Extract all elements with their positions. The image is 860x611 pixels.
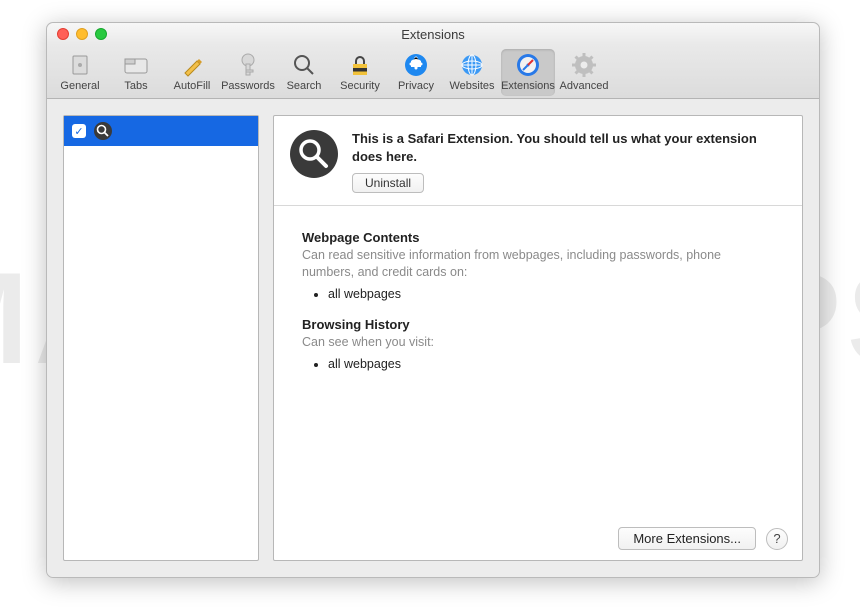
tab-label: Passwords [221,80,275,92]
tab-passwords[interactable]: Passwords [221,49,275,96]
extensions-icon [512,51,544,79]
titlebar: Extensions [47,23,819,45]
tab-label: Websites [449,80,494,92]
tab-label: General [60,80,99,92]
tab-privacy[interactable]: Privacy [389,49,443,96]
tab-tabs[interactable]: Tabs [109,49,163,96]
search-icon [288,51,320,79]
tab-security[interactable]: Security [333,49,387,96]
extension-enabled-checkbox[interactable]: ✓ [72,124,86,138]
permission-item: all webpages [328,287,774,301]
content-area: ✓ This is a Safari Extension. You should… [47,99,819,577]
autofill-icon [176,51,208,79]
window-title: Extensions [47,27,819,42]
general-icon [64,51,96,79]
websites-icon [456,51,488,79]
extension-magnifier-icon [290,130,338,178]
more-extensions-button[interactable]: More Extensions... [618,527,756,550]
permission-webpage-contents-subtitle: Can read sensitive information from webp… [302,247,774,281]
tab-label: Extensions [501,80,555,92]
tab-advanced[interactable]: Advanced [557,49,611,96]
permission-item: all webpages [328,357,774,371]
extension-detail-panel: This is a Safari Extension. You should t… [273,115,803,561]
permission-browsing-history-subtitle: Can see when you visit: [302,334,774,351]
preferences-window: Extensions General Tabs AutoFill Passw [46,22,820,578]
preferences-toolbar: General Tabs AutoFill Passwords Search [47,45,819,99]
tab-label: Search [287,80,322,92]
permission-webpage-contents-title: Webpage Contents [302,230,774,245]
tabs-icon [120,51,152,79]
extension-magnifier-icon [94,122,112,140]
tab-extensions[interactable]: Extensions [501,49,555,96]
advanced-icon [568,51,600,79]
tab-general[interactable]: General [53,49,107,96]
tab-label: Security [340,80,380,92]
extension-list-item[interactable]: ✓ [64,116,258,146]
extension-description: This is a Safari Extension. You should t… [352,130,786,165]
tab-label: AutoFill [174,80,211,92]
tab-label: Tabs [124,80,147,92]
security-icon [344,51,376,79]
permissions-section: Webpage Contents Can read sensitive info… [274,206,802,517]
permission-browsing-history-title: Browsing History [302,317,774,332]
uninstall-button[interactable]: Uninstall [352,173,424,193]
extensions-sidebar: ✓ [63,115,259,561]
tab-search[interactable]: Search [277,49,331,96]
passwords-icon [232,51,264,79]
detail-header: This is a Safari Extension. You should t… [274,116,802,206]
tab-label: Advanced [560,80,609,92]
tab-label: Privacy [398,80,434,92]
tab-autofill[interactable]: AutoFill [165,49,219,96]
description-column: This is a Safari Extension. You should t… [352,130,786,193]
help-button[interactable]: ? [766,528,788,550]
privacy-icon [400,51,432,79]
detail-footer: More Extensions... ? [274,517,802,560]
tab-websites[interactable]: Websites [445,49,499,96]
